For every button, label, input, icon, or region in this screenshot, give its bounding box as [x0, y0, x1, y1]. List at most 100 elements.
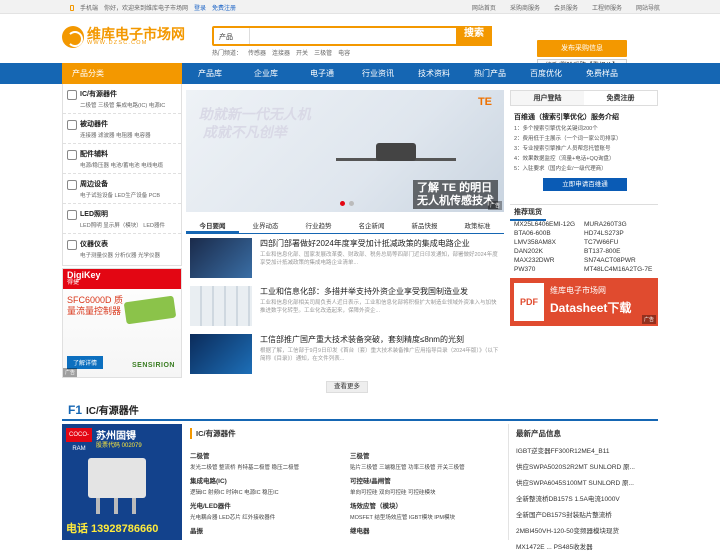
news-title[interactable]: 工信部推广国产重大技术装备突破，套刻精度≤8nm的光刻 — [260, 334, 464, 345]
category-links-row[interactable]: 单向可控硅 双向可控硅 可控硅模块 — [350, 488, 508, 496]
category-links-row[interactable]: 逻辑IC 射频IC 时钟IC 电源IC 稳压IC — [190, 488, 348, 496]
nav-item-samples[interactable]: 免费样品 — [574, 63, 630, 84]
search-input[interactable] — [250, 28, 456, 44]
search-button[interactable]: 搜索 — [456, 26, 492, 46]
category-heading[interactable]: 集成电路(IC) — [190, 475, 348, 485]
hot-link[interactable]: 连接器 — [272, 48, 290, 57]
news-title[interactable]: 四部门部署做好2024年度享受加计抵减政策的集成电路企业 — [260, 238, 470, 249]
news-summary: 工业和信息化部、国家发展改革委、财政部、税务总局等四部门近日印发通知，部署做好2… — [260, 252, 498, 266]
tab-industry[interactable]: 业界动态 — [239, 220, 292, 233]
hot-link[interactable]: 开关 — [296, 48, 308, 57]
news-item[interactable]: 四部门部署做好2024年度享受加计抵减政策的集成电路企业 工业和信息化部、国家发… — [190, 238, 500, 282]
latest-product-item[interactable]: IGBT逆变器FF300R12ME4_B11 — [512, 445, 658, 455]
recommend-item[interactable]: LMV358AM8X — [514, 239, 584, 246]
nav-item-news[interactable]: 行业资讯 — [350, 63, 406, 84]
register-link[interactable]: 免费注册 — [212, 3, 236, 12]
tab-new-products[interactable]: 新品快报 — [398, 220, 451, 233]
pdf-ad-line1: 维库电子市场网 — [550, 286, 606, 295]
divider — [508, 424, 509, 540]
sidebar-item-accessories[interactable]: 配件辅料 电源/稳压器 电池/蓄电池 电线电缆 — [63, 144, 181, 174]
top-link-home[interactable]: 网站首页 — [472, 3, 496, 12]
recommend-item[interactable]: BTA06-600B — [514, 230, 584, 237]
recommend-item[interactable]: PW370 — [514, 266, 584, 273]
recommend-item[interactable]: MT48LC4M16A2TG-7E — [584, 266, 654, 273]
top-link-member[interactable]: 会员服务 — [554, 3, 578, 12]
hot-label: 热门频道： — [212, 51, 243, 57]
sidebar-item-equipment[interactable]: 周边设备 电子试验设备 LED生产设备 PCB — [63, 174, 181, 204]
more-news-button[interactable]: 查看更多 — [326, 381, 368, 393]
recommend-item[interactable]: MX25L6406EMI-12G — [514, 221, 584, 228]
category-heading[interactable]: 光电/LED器件 — [190, 500, 348, 510]
top-link-buyer[interactable]: 采购商服务 — [510, 3, 540, 12]
recommend-item[interactable]: SN74ACT08PWR — [584, 257, 654, 264]
service-line: 1：多个搜索引擎优化关键词200个 — [514, 126, 598, 132]
tab-register[interactable]: 免费注册 — [584, 91, 657, 105]
latest-product-item[interactable]: 2MBI450VH-120-50变频器模块现货 — [512, 525, 658, 535]
banner-line2: 成就不凡创举 — [202, 124, 290, 140]
category-links-row[interactable]: 贴片三极管 三端稳压管 功率三极管 开关三极管 — [350, 463, 508, 471]
nav-item-dianzitong[interactable]: 电子通 — [294, 63, 350, 84]
category-heading[interactable]: 三极管 — [350, 450, 508, 460]
latest-product-item[interactable]: 供应SWPA5020S2R2MT SUNLORD 原... — [512, 461, 658, 471]
category-heading[interactable]: 场效应管（模块） — [350, 500, 508, 510]
category-heading[interactable]: 可控硅/晶闸管 — [350, 475, 508, 485]
carousel-dot[interactable] — [349, 201, 354, 206]
latest-product-item[interactable]: MX1472E ... PS485收发器 — [512, 541, 658, 551]
sidebar-item-passive[interactable]: 被动器件 连接器 滤波器 电阻器 电容器 — [63, 114, 181, 144]
mobile-link[interactable]: 手机端 — [80, 3, 98, 12]
latest-product-item[interactable]: 供应SWPA6045S100MT SUNLORD 原... — [512, 477, 658, 487]
publish-purchase-button[interactable]: 发布采购信息 — [537, 40, 627, 57]
meter-icon — [67, 240, 77, 250]
latest-product-item[interactable]: 全新整流桥DB157S 1.5A电流1000V — [512, 493, 658, 503]
category-links-row[interactable]: 光电耦合器 LED芯片 红外接收器件 — [190, 513, 348, 521]
recommend-item[interactable]: MAX232DWR — [514, 257, 584, 264]
hot-link[interactable]: 电容 — [338, 48, 350, 57]
login-link[interactable]: 登录 — [194, 3, 206, 12]
top-link-engineer[interactable]: 工程师服务 — [592, 3, 622, 12]
sidebar-item-led[interactable]: LED照明 LED照明 显示屏（模块） LED器件 — [63, 204, 181, 234]
nav-item-seo[interactable]: 百度优化 — [518, 63, 574, 84]
hot-link[interactable]: 传感器 — [248, 48, 266, 57]
banner-line1: 助就新一代无人机 — [198, 106, 314, 122]
category-links-row[interactable]: MOSFET 结型场效应管 IGBT模块 IPM模块 — [350, 513, 508, 521]
nav-item-products[interactable]: 产品库 — [182, 63, 238, 84]
category-heading[interactable]: 继电器 — [350, 525, 508, 535]
recommend-title: 推荐现货 — [510, 205, 546, 221]
tab-today[interactable]: 今日要闻 — [186, 220, 239, 233]
ad-partner: SENSIRION — [131, 362, 175, 369]
news-title[interactable]: 工业和信息化部：多措并举支持外资企业享受我国制造业发 — [260, 286, 468, 297]
category-heading[interactable]: 晶振 — [190, 525, 348, 535]
category-links-row[interactable]: 发光二极管 整流桥 肖特基二极管 稳压二极管 — [190, 463, 348, 471]
datasheet-ad[interactable]: PDF 维库电子市场网 Datasheet下载 广告 — [510, 278, 658, 326]
tab-policy[interactable]: 政策标准 — [451, 220, 504, 233]
category-links: IC/有源器件 二极管发光二极管 整流桥 肖特基二极管 稳压二极管 集成电路(IC… — [190, 428, 508, 535]
digikey-ad[interactable]: DigiKey 得捷 SFC6000D 质量流量控制器 了解详情 SENSIRI… — [62, 268, 182, 378]
nav-item-hot[interactable]: 热门产品 — [462, 63, 518, 84]
recommend-item[interactable]: MURA260T3G — [584, 221, 654, 228]
goodark-ad[interactable]: COCO-RAM 苏州固锝 股票代码 002079 电话 13928786660 — [62, 424, 182, 540]
nav-item-tech[interactable]: 技术资料 — [406, 63, 462, 84]
category-heading[interactable]: 二极管 — [190, 450, 348, 460]
search-category-select[interactable]: 产品 — [214, 28, 250, 44]
recommend-item[interactable]: DAN202K — [514, 248, 584, 255]
carousel-dot[interactable] — [340, 201, 345, 206]
category-menu-button[interactable]: 产品分类 — [62, 63, 182, 84]
tab-trend[interactable]: 行业趋势 — [292, 220, 345, 233]
recommend-item[interactable]: HD74LS273P — [584, 230, 654, 237]
site-logo[interactable]: 维库电子市场网 WWW.DZSC.COM — [62, 26, 185, 48]
hero-banner[interactable]: 助就新一代无人机 成就不凡创举 TE 了解 TE 的明日 无人机传感技术 广告 — [186, 90, 504, 212]
nav-item-companies[interactable]: 企业库 — [238, 63, 294, 84]
recommend-item[interactable]: BT137-800E — [584, 248, 654, 255]
sidebar-item-ic[interactable]: IC/有源器件 二极管 三极管 集成电路(IC) 电源IC — [63, 84, 181, 114]
apply-service-button[interactable]: 立即申请百维通 — [543, 178, 627, 191]
top-link-sitemap[interactable]: 网站导航 — [636, 3, 660, 12]
news-item[interactable]: 工业和信息化部：多措并举支持外资企业享受我国制造业发 工业和信息化部相关司局负责… — [190, 286, 500, 330]
tab-company[interactable]: 名企新闻 — [345, 220, 398, 233]
sidebar-item-instruments[interactable]: 仪器仪表 电子测量仪器 分析仪器 光学仪器 — [63, 234, 181, 264]
news-item[interactable]: 工信部推广国产重大技术装备突破，套刻精度≤8nm的光刻 根据了解，工信部于9月9… — [190, 334, 500, 378]
latest-product-item[interactable]: 全新国产DB157S封装贴片整流桥 — [512, 509, 658, 519]
category-title: IC/有源器件 — [190, 428, 508, 439]
hot-link[interactable]: 三极管 — [314, 48, 332, 57]
tab-login[interactable]: 用户登陆 — [511, 91, 584, 105]
recommend-item[interactable]: TC7W66FU — [584, 239, 654, 246]
